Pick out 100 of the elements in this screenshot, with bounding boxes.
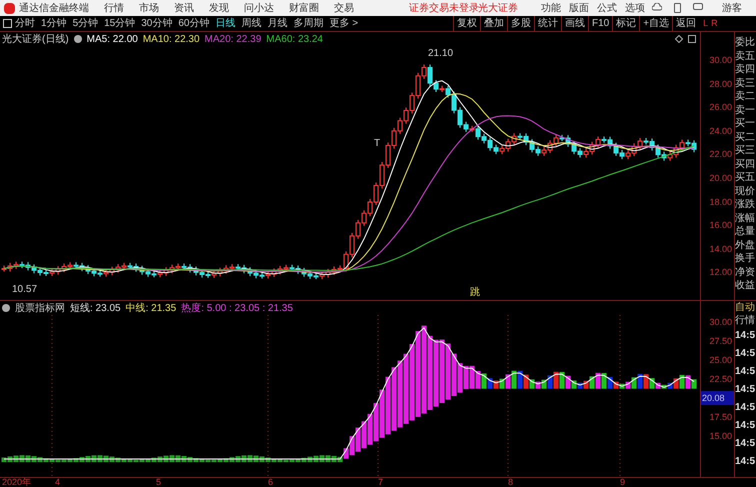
menu-item[interactable]: 财富圈 bbox=[289, 0, 319, 16]
trade-time: 14:5 bbox=[735, 365, 756, 379]
menu-item[interactable]: 市场 bbox=[139, 0, 159, 16]
chart-annotation: T bbox=[374, 138, 380, 149]
tool-button[interactable]: 复权 bbox=[453, 16, 480, 31]
tool-button[interactable]: 返回 bbox=[672, 16, 700, 31]
quote-label: 卖三 bbox=[735, 76, 756, 90]
tool-button[interactable]: 统计 bbox=[534, 16, 561, 31]
quote-label: 净资 bbox=[735, 266, 756, 279]
quote-label: 总量 bbox=[735, 225, 756, 238]
tool-button[interactable]: 多股 bbox=[507, 16, 534, 31]
period-tab[interactable]: 15分钟 bbox=[104, 16, 136, 31]
period-tab[interactable]: 30分钟 bbox=[141, 16, 172, 31]
menu-item[interactable]: 功能 bbox=[541, 0, 561, 16]
menu-item[interactable]: 选项 bbox=[625, 0, 645, 16]
indicator-legend: 短线: 23.05 bbox=[70, 300, 121, 316]
ma-legend: MA5: 22.00 bbox=[86, 32, 138, 46]
message-icon[interactable] bbox=[693, 3, 703, 10]
price-axis-label: 12.00 bbox=[709, 266, 732, 280]
chart-annotation: 10.57 bbox=[12, 284, 38, 295]
quote-label: 外盘 bbox=[735, 238, 756, 252]
quote-label: 涨跌 bbox=[735, 198, 756, 212]
quote-label: 买五 bbox=[735, 171, 756, 184]
trade-time: 14:5 bbox=[735, 437, 756, 451]
quote-label: 卖四 bbox=[735, 63, 756, 76]
menu-item[interactable]: 版面 bbox=[569, 0, 589, 16]
chart-annotation: 21.10 bbox=[428, 48, 454, 59]
date-axis-label: 9 bbox=[620, 478, 626, 487]
window-icon[interactable] bbox=[688, 35, 696, 43]
price-axis-label: 26.00 bbox=[709, 101, 732, 114]
menu-item[interactable]: 问小达 bbox=[244, 0, 274, 16]
trade-time: 14:5 bbox=[735, 401, 756, 415]
panel-toggle-icon[interactable] bbox=[3, 19, 12, 28]
indicator-axis-label: 15.00 bbox=[709, 430, 733, 443]
user-name[interactable]: 游客 bbox=[722, 0, 742, 16]
diamond-icon[interactable] bbox=[675, 35, 683, 43]
trade-time: 14:5 bbox=[735, 347, 756, 361]
period-tab[interactable]: 日线 bbox=[216, 16, 236, 31]
price-axis-label: 16.00 bbox=[709, 219, 732, 232]
ma-legend: MA10: 22.30 bbox=[142, 32, 200, 46]
quote-label: 卖五 bbox=[735, 50, 756, 63]
date-axis-label: 8 bbox=[508, 478, 514, 487]
quote-label: 换手 bbox=[735, 252, 756, 266]
indicator-axis-label: 22.50 bbox=[709, 373, 733, 386]
indicator-name: 股票指标网 bbox=[15, 302, 65, 316]
cloud-icon[interactable] bbox=[652, 3, 662, 11]
indicator-legend: 中线: 21.35 bbox=[126, 300, 176, 316]
tool-button[interactable]: +自选 bbox=[639, 16, 672, 31]
menu-item[interactable]: 行情 bbox=[104, 0, 124, 16]
trade-time: 14:5 bbox=[735, 329, 756, 343]
period-tab[interactable]: 多周期 bbox=[294, 16, 324, 31]
period-tab[interactable]: 1分钟 bbox=[41, 16, 67, 31]
menu-item[interactable]: 资讯 bbox=[174, 0, 194, 16]
indicator-axis-label: 25.00 bbox=[709, 354, 733, 367]
period-tab[interactable]: 月线 bbox=[268, 16, 288, 31]
price-axis-label: 30.00 bbox=[709, 54, 732, 67]
panel-label: 行情 bbox=[735, 314, 756, 327]
date-axis-label: 4 bbox=[55, 478, 60, 487]
menu-item[interactable]: 交易 bbox=[334, 0, 354, 16]
quote-label: 买二 bbox=[735, 130, 756, 144]
period-tab[interactable]: 周线 bbox=[242, 16, 262, 31]
panel-header-label: L bbox=[703, 16, 708, 30]
quote-label: 收益 bbox=[735, 279, 756, 292]
period-tab[interactable]: 分时 bbox=[15, 16, 35, 31]
period-tab[interactable]: 更多 > bbox=[330, 16, 358, 31]
panel-label: 自动 bbox=[735, 301, 756, 314]
chart-title: 光大证券(日线) bbox=[2, 32, 69, 46]
quote-label: 卖一 bbox=[735, 104, 756, 117]
settings-icon[interactable] bbox=[2, 304, 10, 312]
quote-label: 买三 bbox=[735, 144, 756, 158]
login-status[interactable]: 证券交易未登录 bbox=[409, 0, 479, 16]
broker-name[interactable]: 光大证券 bbox=[478, 0, 518, 16]
price-axis-label: 22.00 bbox=[709, 148, 732, 162]
phone-icon[interactable] bbox=[674, 3, 681, 13]
quote-label: 买一 bbox=[735, 117, 756, 130]
tool-button[interactable]: 画线 bbox=[561, 16, 588, 31]
menu-item[interactable]: 发现 bbox=[209, 0, 229, 16]
settings-icon[interactable] bbox=[74, 35, 82, 43]
date-axis-label: 5 bbox=[156, 478, 162, 487]
price-axis-label: 24.00 bbox=[709, 124, 732, 138]
indicator-legend: 热度: 5.00 : 23.05 : 21.35 bbox=[181, 300, 293, 316]
panel-header-label: R bbox=[711, 16, 718, 30]
indicator-axis-label: 30.00 bbox=[709, 316, 733, 329]
ma-legend: MA20: 22.39 bbox=[204, 32, 262, 46]
ma-legend: MA60: 23.24 bbox=[266, 32, 323, 46]
date-axis-label: 7 bbox=[378, 478, 384, 487]
quote-label: 卖二 bbox=[735, 90, 756, 104]
app-title: 通达信金融终端 bbox=[19, 2, 89, 16]
current-value-label: 20.08 bbox=[701, 391, 734, 405]
indicator-axis-label: 17.50 bbox=[709, 411, 733, 424]
date-axis-label: 6 bbox=[268, 478, 274, 487]
indicator-axis-label: 27.50 bbox=[709, 335, 733, 348]
price-axis-label: 20.00 bbox=[709, 172, 732, 186]
tool-button[interactable]: 叠加 bbox=[480, 16, 507, 31]
period-tab[interactable]: 5分钟 bbox=[72, 16, 98, 31]
menu-item[interactable]: 公式 bbox=[597, 0, 617, 16]
tool-button[interactable]: 标记 bbox=[612, 16, 640, 31]
date-axis-label: 2020年 bbox=[2, 478, 32, 487]
tool-button[interactable]: F10 bbox=[588, 16, 612, 31]
period-tab[interactable]: 60分钟 bbox=[178, 16, 210, 31]
